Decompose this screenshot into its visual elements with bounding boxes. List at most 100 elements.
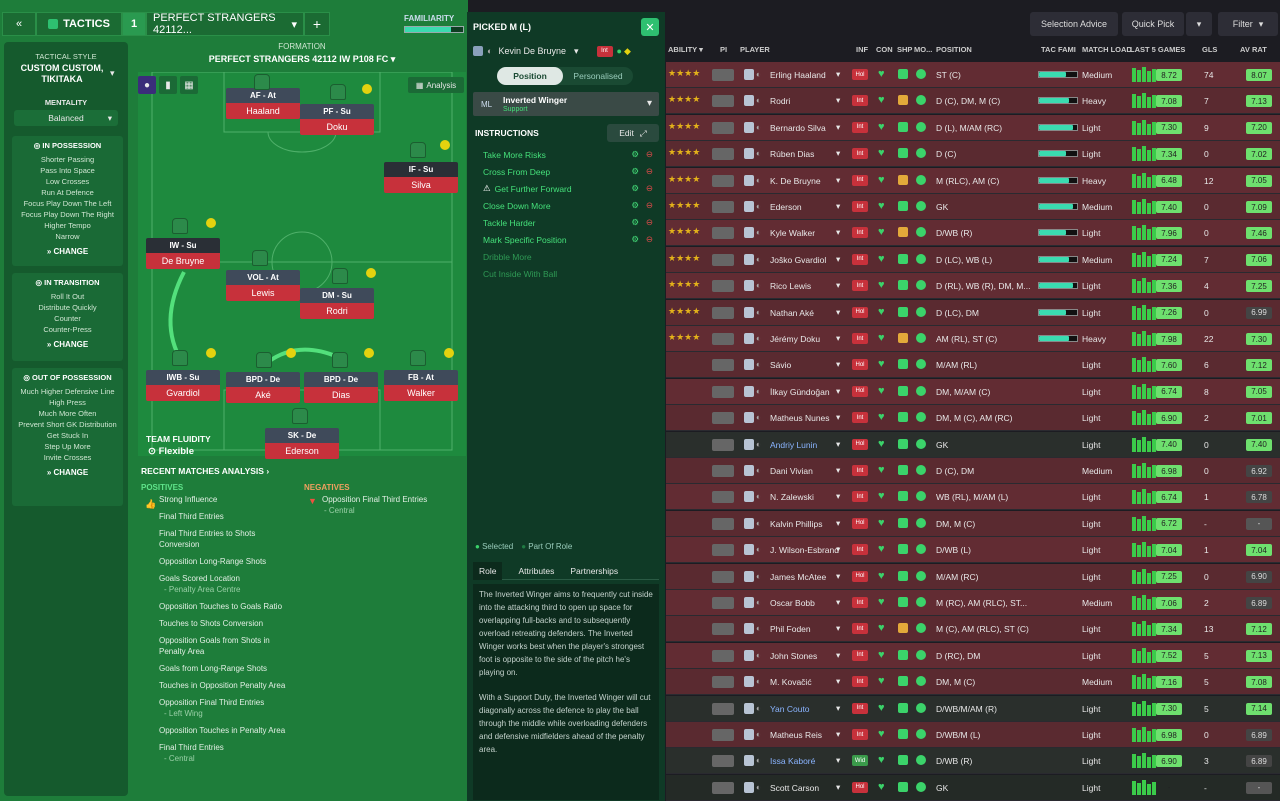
- edit-instructions-button[interactable]: Edit ⤢: [607, 124, 659, 142]
- change-out-of-possession-button[interactable]: » CHANGE: [12, 463, 123, 482]
- tactical-style-value[interactable]: CUSTOM CUSTOM, TIKITAKA: [12, 63, 112, 85]
- pitch-player-ake[interactable]: BPD - De Aké: [226, 372, 300, 410]
- player-name[interactable]: Scott Carson: [770, 783, 840, 793]
- col-player[interactable]: PLAYER: [740, 45, 770, 54]
- table-row[interactable]: ◐ Yan Couto ▾ Int ♥ D/WB/M/AM (R) Light 7.30 5 7.…: [666, 695, 1280, 722]
- player-name[interactable]: Nathan Aké: [770, 308, 840, 318]
- player-name[interactable]: Jérémy Doku: [770, 334, 840, 344]
- table-row[interactable]: ★★★★ ◐ Nathan Aké ▾ Hol ♥ D (LC), DM Light 7.26 0…: [666, 299, 1280, 326]
- mentality-select[interactable]: Balanced ▾: [14, 110, 118, 126]
- player-name[interactable]: Rodri: [770, 96, 840, 106]
- player-info-icon[interactable]: [712, 280, 734, 293]
- player-name[interactable]: Rúben Dias: [770, 149, 840, 159]
- col-ability[interactable]: ABILITY ▾: [668, 45, 703, 54]
- remove-icon[interactable]: ⊖: [646, 217, 653, 228]
- pitch-player-haaland[interactable]: AF - At Haaland: [226, 88, 300, 126]
- gear-icon[interactable]: ⚙: [631, 234, 639, 245]
- remove-icon[interactable]: ⊖: [646, 200, 653, 211]
- player-info-icon[interactable]: [712, 781, 734, 794]
- table-row[interactable]: ◐ Issa Kaboré ▾ Wid ♥ D/WB (R) Light 6.90 3 6.89: [666, 748, 1280, 775]
- pitch-player-lewis[interactable]: VOL - At Lewis: [226, 270, 300, 308]
- table-row[interactable]: ◐ Scott Carson ▾ Hol ♥ GK Light - - -: [666, 774, 1280, 801]
- table-row[interactable]: ◐ J. Wilson-Esbrand ▾ Int ♥ D/WB (L) Light 7.04…: [666, 537, 1280, 564]
- table-row[interactable]: ◐ Oscar Bobb ▾ Int ♥ M (RC), AM (RLC), ST... M…: [666, 590, 1280, 616]
- player-info-icon[interactable]: [712, 69, 734, 81]
- player-info-icon[interactable]: [712, 174, 734, 187]
- instruction-close-down-more[interactable]: Close Down More ⚙ ⊖: [473, 197, 659, 214]
- gear-icon[interactable]: ⚙: [631, 183, 639, 194]
- close-button[interactable]: ✕: [641, 18, 659, 36]
- col-gls[interactable]: GLS: [1202, 45, 1217, 54]
- col-position[interactable]: POSITION: [936, 45, 972, 54]
- player-name[interactable]: Bernardo Silva: [770, 123, 840, 133]
- pitch-player-doku[interactable]: PF - Su Doku: [300, 104, 374, 142]
- back-button[interactable]: «: [2, 12, 36, 36]
- quick-pick-button[interactable]: Quick Pick: [1122, 12, 1184, 36]
- analysis-button[interactable]: ▦ Analysis: [408, 77, 464, 93]
- bar-chart-icon[interactable]: ▮: [159, 76, 177, 94]
- change-in-transition-button[interactable]: » CHANGE: [12, 335, 123, 354]
- instruction-take-more-risks[interactable]: Take More Risks ⚙ ⊖: [473, 146, 659, 163]
- player-info-icon[interactable]: [712, 438, 734, 451]
- col-mo[interactable]: MO...: [914, 45, 932, 54]
- player-info-icon[interactable]: [712, 570, 734, 583]
- player-info-icon[interactable]: [712, 702, 734, 715]
- player-name[interactable]: Dani Vivian: [770, 466, 840, 476]
- change-in-possession-button[interactable]: » CHANGE: [12, 242, 123, 261]
- table-row[interactable]: ◐ Matheus Reis ▾ Int ♥ D/WB/M (L) Light 6.98 0 6.…: [666, 722, 1280, 748]
- player-name[interactable]: K. De Bruyne: [770, 176, 840, 186]
- player-name[interactable]: Kyle Walker: [770, 228, 840, 238]
- player-info-icon[interactable]: [712, 412, 734, 425]
- table-row[interactable]: ◐ Andriy Lunin ▾ Hol ♥ GK Light 7.40 0 7.40: [666, 431, 1280, 458]
- pitch-player-de-bruyne[interactable]: IW - Su De Bruyne: [146, 238, 220, 276]
- tactics-tab[interactable]: TACTICS: [36, 12, 122, 36]
- table-row[interactable]: ◐ Dani Vivian ▾ Int ♥ D (C), DM Medium 6.98 0 6.9…: [666, 458, 1280, 484]
- table-row[interactable]: ★★★★ ◐ Jérémy Doku ▾ Int ♥ AM (RL), ST (C) Heav…: [666, 326, 1280, 352]
- player-info-icon[interactable]: [712, 121, 734, 134]
- role-selector[interactable]: ML Inverted Winger Support ▾: [473, 92, 659, 116]
- player-name[interactable]: Matheus Reis: [770, 730, 840, 740]
- tab-position[interactable]: Position: [497, 67, 563, 85]
- pitch-player-gvardiol[interactable]: IWB - Su Gvardiol: [146, 370, 220, 408]
- col-con[interactable]: CON: [876, 45, 893, 54]
- table-row[interactable]: ◐ İlkay Gündoğan ▾ Hol ♥ DM, M/AM (C) Light 6.7…: [666, 378, 1280, 405]
- instruction-cut-inside[interactable]: Cut Inside With Ball: [473, 265, 659, 282]
- remove-icon[interactable]: ⊖: [646, 234, 653, 245]
- player-view-icon[interactable]: ●: [138, 76, 156, 94]
- player-info-icon[interactable]: [712, 333, 734, 345]
- quick-pick-dropdown[interactable]: ▾: [1186, 12, 1212, 36]
- tactic-selector[interactable]: PERFECT STRANGERS 42112... ▾: [146, 12, 304, 36]
- table-row[interactable]: ◐ Matheus Nunes ▾ Int ♥ DM, M (C), AM (RC) Lig…: [666, 405, 1280, 432]
- gear-icon[interactable]: ⚙: [631, 217, 639, 228]
- player-info-icon[interactable]: [712, 359, 734, 372]
- player-info-icon[interactable]: [712, 253, 734, 266]
- player-name[interactable]: Oscar Bobb: [770, 598, 840, 608]
- remove-icon[interactable]: ⊖: [646, 149, 653, 160]
- player-name[interactable]: Andriy Lunin: [770, 440, 840, 450]
- table-row[interactable]: ★★★★ ◐ Rico Lewis ▾ Int ♥ D (RL), WB (R), DM, …: [666, 273, 1280, 300]
- player-name[interactable]: M. Kovačić: [770, 677, 840, 687]
- table-row[interactable]: ★★★★ ◐ Ederson ▾ Int ♥ GK Medium 7.40 0 7.09: [666, 194, 1280, 220]
- table-row[interactable]: ◐ Sávio ▾ Hol ♥ M/AM (RL) Light 7.60 6 7.12: [666, 352, 1280, 379]
- table-row[interactable]: ◐ M. Kovačić ▾ Int ♥ DM, M (C) Medium 7.16 5 7.08: [666, 669, 1280, 696]
- player-name[interactable]: Yan Couto: [770, 704, 840, 714]
- player-name[interactable]: Erling Haaland: [770, 70, 840, 80]
- player-info-icon[interactable]: [712, 491, 734, 504]
- remove-icon[interactable]: ⊖: [646, 183, 653, 194]
- gear-icon[interactable]: ⚙: [631, 149, 639, 160]
- pitch-player-dias[interactable]: BPD - De Dias: [304, 372, 378, 410]
- table-row[interactable]: ◐ John Stones ▾ Int ♥ D (RC), DM Light 7.52 5 7.1…: [666, 642, 1280, 669]
- gear-icon[interactable]: ⚙: [631, 200, 639, 211]
- tab-partnerships[interactable]: Partnerships: [570, 566, 618, 576]
- player-name[interactable]: Rico Lewis: [770, 281, 840, 291]
- tactic-slot-number[interactable]: 1: [122, 12, 146, 36]
- table-row[interactable]: ★★★★ ◐ Joško Gvardiol ▾ Int ♥ D (LC), WB (L) Me…: [666, 246, 1280, 273]
- table-row[interactable]: ◐ N. Zalewski ▾ Int ♥ WB (RL), M/AM (L) Light 6…: [666, 484, 1280, 511]
- table-row[interactable]: ★★★★ ◐ Kyle Walker ▾ Int ♥ D/WB (R) Light 7.96 0 7…: [666, 220, 1280, 247]
- instruction-cross-from-deep[interactable]: Cross From Deep ⚙ ⊖: [473, 163, 659, 180]
- pitch-player-walker[interactable]: FB - At Walker: [384, 370, 458, 408]
- player-name[interactable]: N. Zalewski: [770, 492, 840, 502]
- add-tactic-button[interactable]: +: [304, 12, 330, 36]
- player-name[interactable]: Kalvin Phillips: [770, 519, 840, 529]
- table-row[interactable]: ★★★★ ◐ K. De Bruyne ▾ Int ♥ M (RLC), AM (C) Hea…: [666, 167, 1280, 194]
